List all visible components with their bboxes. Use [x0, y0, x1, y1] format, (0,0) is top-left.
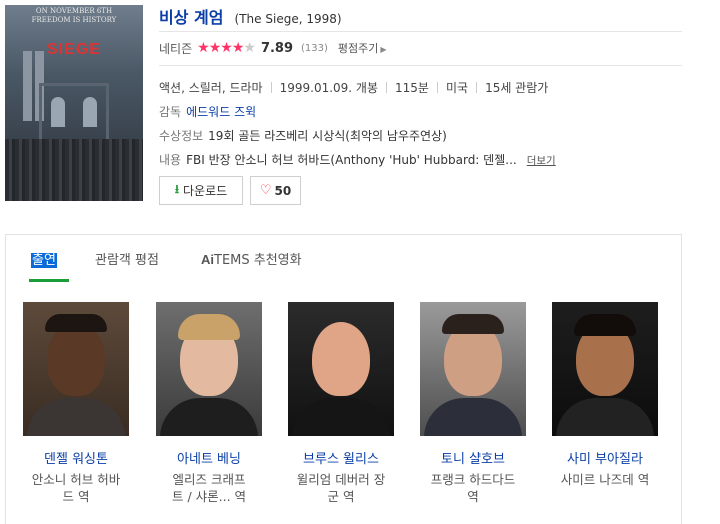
release-date: 1999.01.09. 개봉 [279, 81, 379, 95]
poster-arch [83, 97, 97, 127]
plot-label: 내용 [159, 153, 182, 167]
poster-tower [23, 51, 32, 121]
rate-link[interactable]: 평점주기 ▶ [338, 40, 387, 56]
cast-role: 윌리엄 데버러 장군 역 [287, 471, 395, 505]
like-count: 50 [274, 183, 292, 198]
active-tab-indicator [29, 279, 69, 282]
role-line: 프랭크 하드다드 [430, 472, 516, 487]
chevron-right-icon: ▶ [380, 45, 387, 54]
movie-poster[interactable]: ON NOVEMBER 6TH FREEDOM IS HISTORY SIEGE [5, 5, 143, 201]
cast-role: 프랭크 하드다드역 [419, 471, 527, 505]
rating-score: 7.89 [260, 40, 294, 56]
role-line: 엘리즈 크래프 [172, 472, 246, 487]
cast-photo[interactable] [156, 302, 262, 436]
star-icon: ★ [197, 40, 210, 56]
cast-card[interactable]: 사미 부아질라 사미르 나즈데 역 [551, 302, 659, 488]
plot-row: 내용 FBI 반장 안소니 허브 허바드(Anthony 'Hub' Hubbar… [159, 151, 556, 168]
tab-cast-label: 출연 [31, 253, 57, 268]
title-row: 비상 계엄 (The Siege, 1998) [159, 4, 342, 28]
tab-aitems[interactable]: AiTEMS 추천영화 [201, 249, 302, 268]
star-icon: ★ [231, 40, 245, 56]
award-value: 19회 골든 라즈베리 시상식(최악의 남우주연상) [208, 129, 447, 143]
tab-aitems-label: TEMS 추천영화 [214, 253, 302, 268]
cast-name[interactable]: 토니 샬호브 [419, 448, 527, 467]
role-line: 윌리엄 데버러 장 [296, 472, 386, 487]
cast-photo[interactable] [23, 302, 129, 436]
poster-arch [51, 97, 65, 127]
tab-reviews[interactable]: 관람객 평점 [95, 249, 159, 268]
country: 미국 [445, 81, 469, 95]
separator [436, 82, 438, 93]
download-button[interactable]: ⭳ 다운로드 [159, 176, 243, 205]
heart-icon: ♡ [259, 183, 272, 198]
separator [270, 82, 272, 93]
genre: 액션, 스릴러, 드라마 [159, 81, 263, 95]
award-row: 수상정보 19회 골든 라즈베리 시상식(최악의 남우주연상) [159, 127, 447, 144]
cast-name[interactable]: 덴젤 워싱톤 [22, 448, 130, 467]
role-line: 드 역 [62, 489, 90, 504]
separator [386, 82, 388, 93]
poster-tagline: ON NOVEMBER 6TH [35, 7, 113, 15]
rate-link-label: 평점주기 [337, 42, 379, 55]
download-label: 다운로드 [183, 184, 228, 198]
award-label: 수상정보 [159, 129, 204, 143]
star-icon: ★ [243, 40, 256, 56]
cast-name[interactable]: 사미 부아질라 [551, 448, 659, 467]
cast-role: 사미르 나즈데 역 [551, 471, 659, 488]
like-button[interactable]: ♡ 50 [250, 176, 301, 205]
rating-label: 네티즌 [159, 41, 193, 56]
poster-crowd [5, 139, 143, 201]
role-line: 트 / 샤론... 역 [171, 489, 247, 504]
cast-role: 안소니 허브 허바드 역 [22, 471, 130, 505]
download-icon: ⭳ [174, 182, 180, 196]
cast-photo[interactable] [420, 302, 526, 436]
role-line: 사미르 나즈데 역 [560, 472, 650, 487]
tab-reviews-label: 관람객 평점 [95, 253, 159, 268]
role-line: 안소니 허브 허바 [31, 472, 121, 487]
star-rating: ★★★★★ [197, 40, 256, 56]
divider [159, 65, 682, 66]
cast-panel: 출연 관람객 평점 AiTEMS 추천영화 덴젤 워싱톤 안소니 허브 허바드 … [5, 234, 682, 524]
rating-row: 네티즌 ★★★★★ 7.89 (133) 평점주기 ▶ [159, 39, 387, 57]
poster-bridge [39, 83, 109, 143]
movie-subtitle: (The Siege, 1998) [234, 12, 342, 26]
director-row: 감독 에드워드 즈윅 [159, 103, 256, 120]
cast-role: 엘리즈 크래프트 / 샤론... 역 [155, 471, 263, 505]
cast-card[interactable]: 브루스 윌리스 윌리엄 데버러 장군 역 [287, 302, 395, 505]
separator [476, 82, 478, 93]
runtime: 115분 [395, 81, 429, 95]
more-link[interactable]: 더보기 [527, 155, 556, 167]
role-line: 군 역 [327, 489, 355, 504]
cast-card[interactable]: 토니 샬호브 프랭크 하드다드역 [419, 302, 527, 505]
divider [159, 31, 682, 32]
aitems-logo: Ai [201, 252, 214, 267]
rating-count: (133) [301, 42, 328, 54]
tab-bar: 출연 관람객 평점 AiTEMS 추천영화 [6, 235, 681, 282]
cast-card[interactable]: 아네트 베닝 엘리즈 크래프트 / 샤론... 역 [155, 302, 263, 505]
cast-photo[interactable] [288, 302, 394, 436]
cast-card[interactable]: 덴젤 워싱톤 안소니 허브 허바드 역 [22, 302, 130, 505]
tab-cast[interactable]: 출연 [31, 249, 57, 268]
movie-meta: 액션, 스릴러, 드라마 1999.01.09. 개봉 115분 미국 15세 … [159, 79, 548, 96]
star-icon: ★ [208, 40, 222, 56]
plot-text: FBI 반장 안소니 허브 허바드(Anthony 'Hub' Hubbard:… [186, 153, 517, 167]
cast-name[interactable]: 아네트 베닝 [155, 448, 263, 467]
director-label: 감독 [159, 105, 182, 119]
poster-tagline: FREEDOM IS HISTORY [31, 16, 117, 24]
cast-name[interactable]: 브루스 윌리스 [287, 448, 395, 467]
director-link[interactable]: 에드워드 즈윅 [186, 105, 256, 119]
movie-title[interactable]: 비상 계엄 [159, 8, 223, 27]
role-line: 역 [467, 489, 479, 504]
age-rating: 15세 관람가 [485, 81, 549, 95]
cast-photo[interactable] [552, 302, 658, 436]
star-icon: ★ [220, 40, 233, 56]
